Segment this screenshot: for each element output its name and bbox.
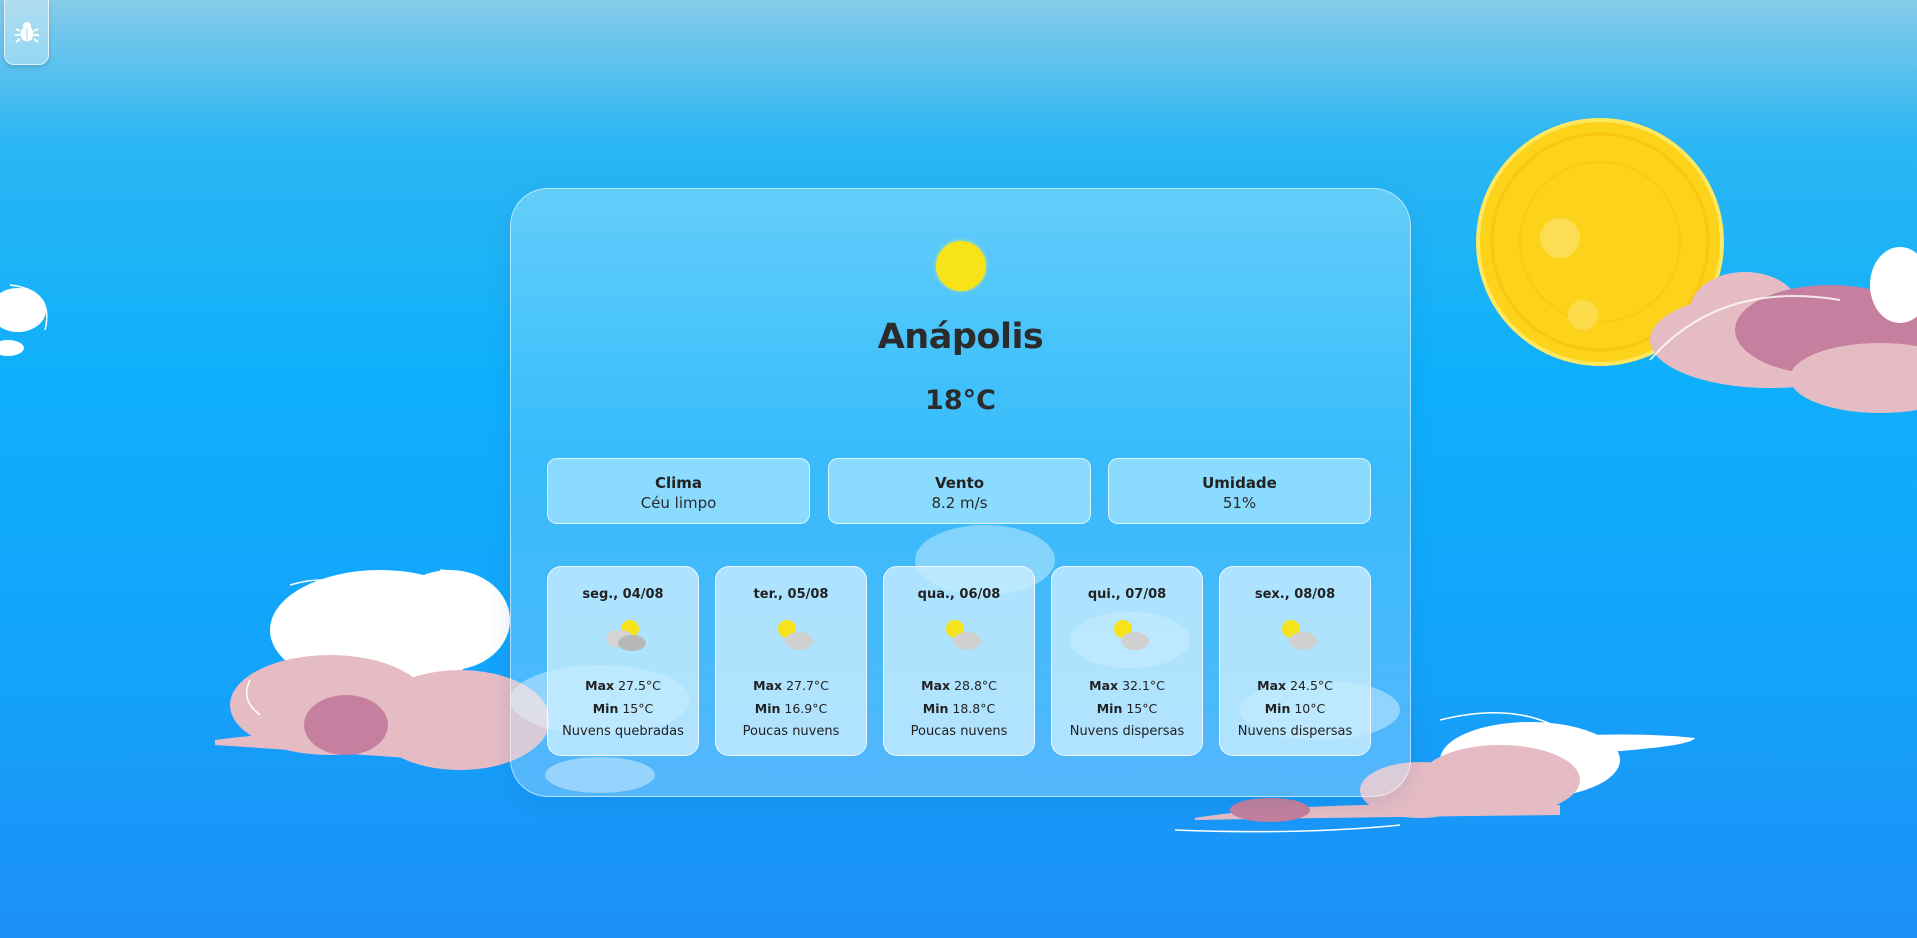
forecast-description: Poucas nuvens (742, 724, 840, 739)
forecast-description: Nuvens dispersas (1069, 724, 1185, 739)
forecast-description: Nuvens quebradas (562, 724, 684, 739)
forecast-card: qua., 06/08 Max 28.8°C Min 18.8°C Poucas n… (883, 566, 1035, 756)
cloud-bottom-left (215, 569, 550, 770)
forecast-card: ter., 05/08 Max 27.7°C Min 16.9°C Poucas n… (715, 566, 867, 756)
info-value: 8.2 m/s (931, 494, 988, 512)
info-value: 51% (1222, 494, 1257, 512)
forecast-description: Nuvens dispersas (1237, 724, 1353, 739)
info-box-umidade: Umidade 51% (1108, 458, 1371, 524)
forecast-max: Max 32.1°C (1089, 678, 1165, 693)
info-label: Clima (654, 474, 703, 492)
forecast-date: ter., 05/08 (753, 587, 829, 602)
debug-button[interactable] (4, 0, 49, 65)
info-box-vento: Vento 8.2 m/s (828, 458, 1091, 524)
cloud-left-edge (0, 284, 48, 356)
weather-card: Anápolis 18°C Clima Céu limpo Vento 8.2 … (510, 188, 1411, 797)
forecast-max: Max 28.8°C (921, 678, 997, 693)
info-box-clima: Clima Céu limpo (547, 458, 810, 524)
few-clouds-icon (778, 620, 813, 650)
info-label: Umidade (1202, 474, 1277, 492)
forecast-min: Min 10°C (1264, 701, 1326, 716)
city-name: Anápolis (877, 317, 1044, 357)
forecast-min: Min 15°C (1096, 701, 1158, 716)
forecast-min: Min 16.9°C (754, 701, 828, 716)
forecast-date: sex., 08/08 (1254, 587, 1336, 602)
info-value: Céu limpo (640, 494, 717, 512)
forecast-card: sex., 08/08 Max 24.5°C Min 10°C Nuvens dis… (1219, 566, 1371, 756)
forecast-card: seg., 04/08 Max 27.5°C Min 15°C Nuvens que… (547, 566, 699, 756)
scattered-clouds-icon (1114, 620, 1149, 650)
forecast-description: Poucas nuvens (910, 724, 1008, 739)
sun-icon (936, 241, 986, 291)
current-temperature: 18°C (925, 385, 996, 416)
broken-clouds-icon (606, 620, 646, 651)
bug-icon (14, 22, 39, 43)
forecast-date: seg., 04/08 (582, 587, 664, 602)
forecast-card: qui., 07/08 Max 32.1°C Min 15°C Nuvens dis… (1051, 566, 1203, 756)
forecast-min: Min 15°C (592, 701, 654, 716)
forecast-max: Max 27.7°C (753, 678, 829, 693)
few-clouds-icon (946, 620, 981, 650)
forecast-max: Max 27.5°C (585, 678, 661, 693)
forecast-date: qui., 07/08 (1087, 587, 1167, 602)
scattered-clouds-icon (1282, 620, 1317, 650)
forecast-min: Min 18.8°C (922, 701, 996, 716)
forecast-date: qua., 06/08 (917, 587, 1001, 602)
forecast-max: Max 24.5°C (1257, 678, 1333, 693)
info-label: Vento (934, 474, 985, 492)
scene: Anápolis 18°C Clima Céu limpo Vento 8.2 … (0, 0, 1917, 938)
